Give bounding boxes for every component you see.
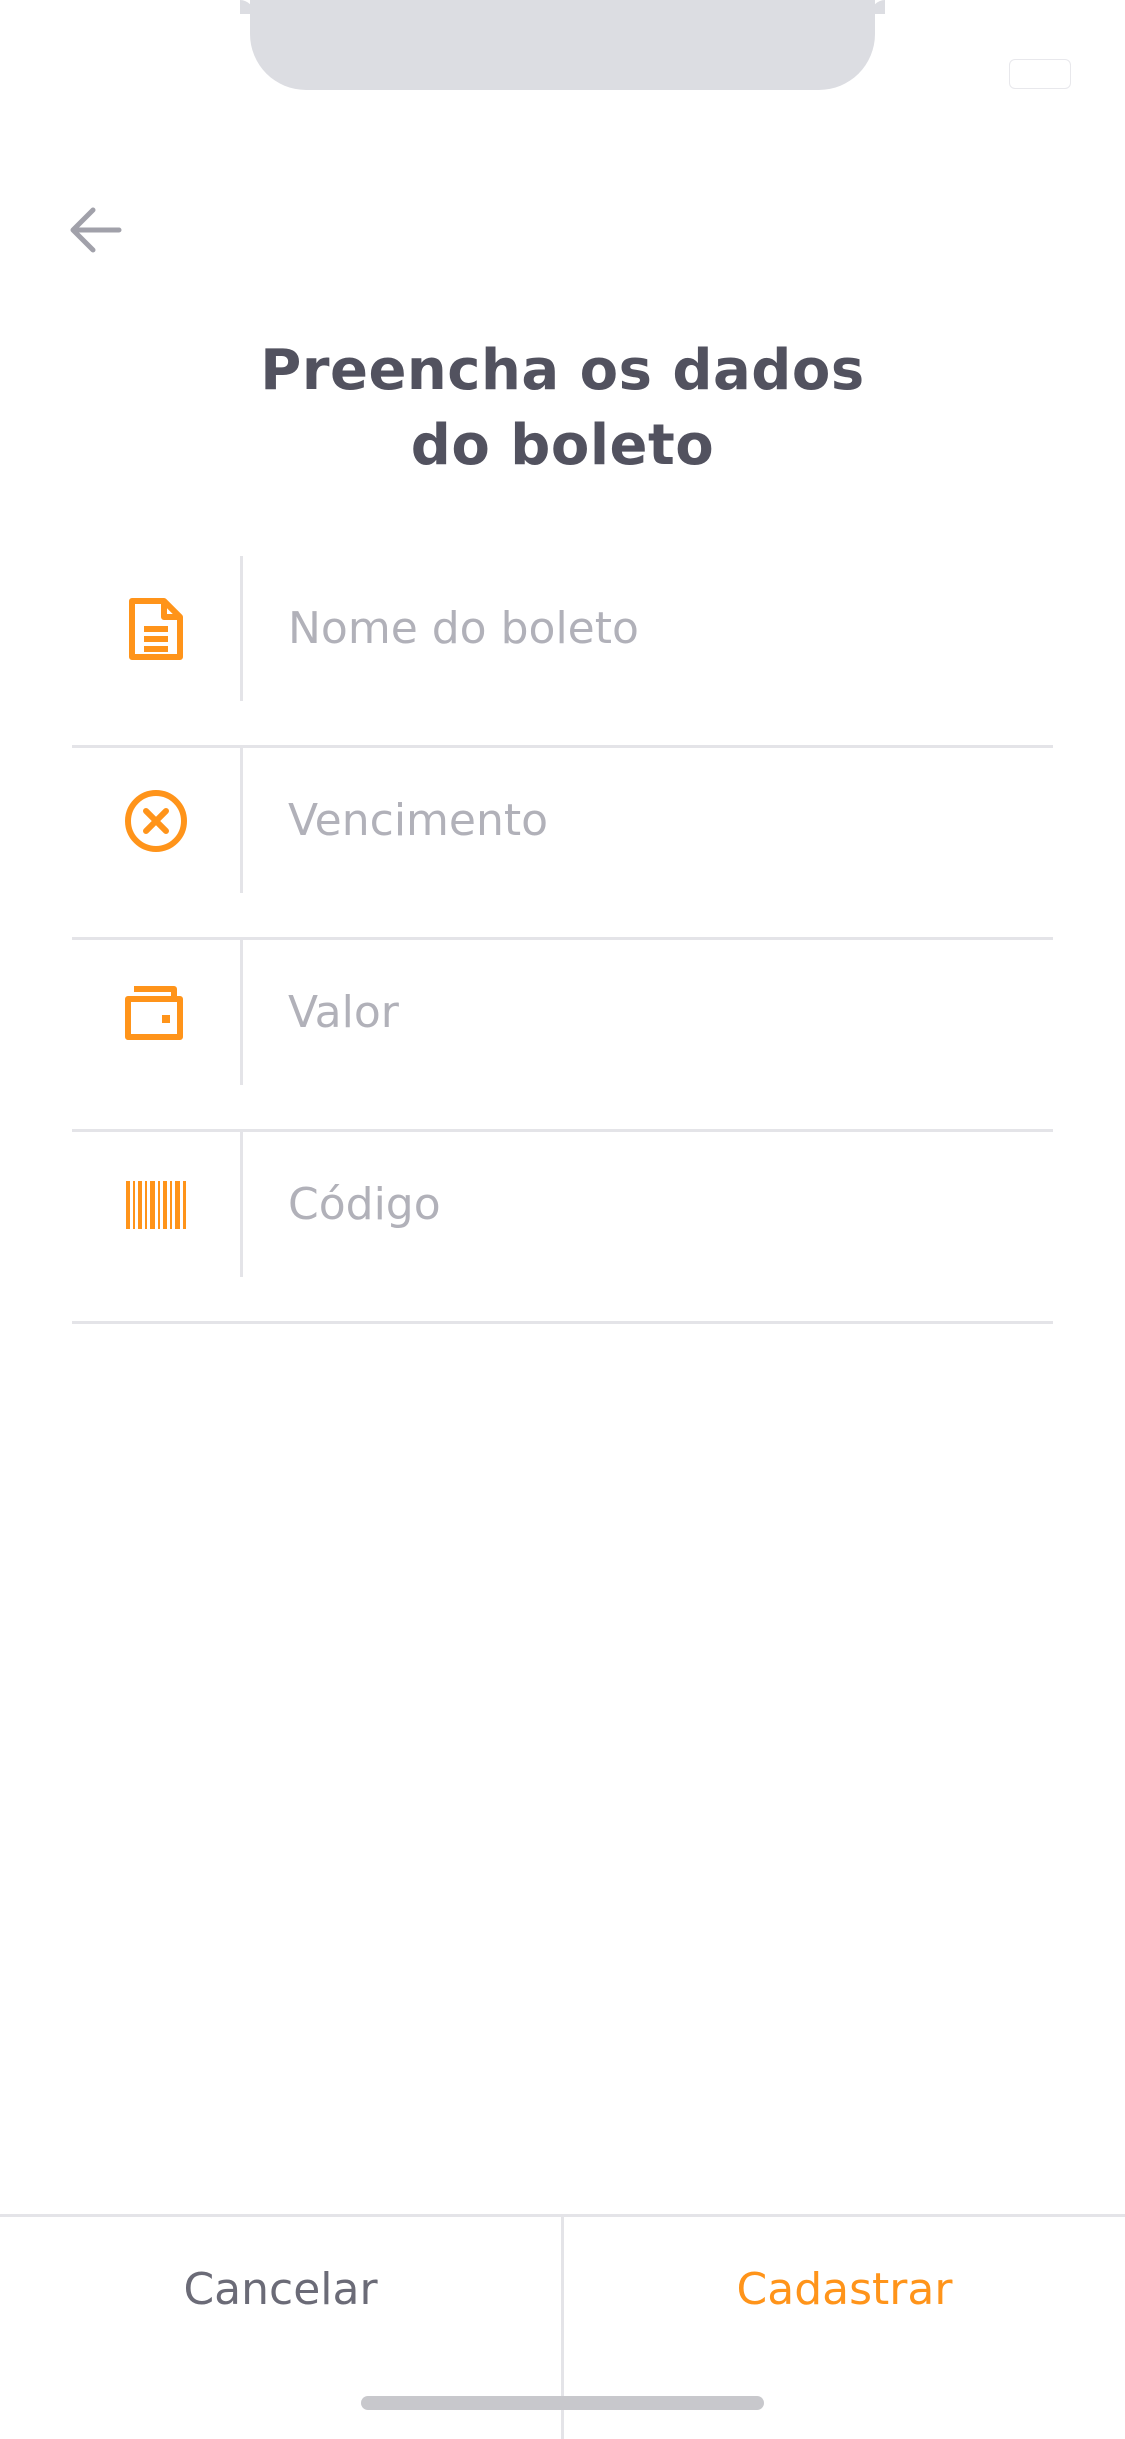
device-notch [240, 0, 885, 90]
file-text-icon [72, 556, 240, 701]
field-divider [240, 1132, 243, 1277]
home-indicator[interactable] [361, 2396, 764, 2410]
field-divider [240, 748, 243, 893]
boleto-name-input[interactable] [288, 556, 1028, 701]
code-input[interactable] [288, 1132, 1028, 1277]
amount-input[interactable] [288, 940, 1028, 1085]
register-button[interactable]: Cadastrar [564, 2217, 1125, 2362]
battery-icon [1009, 59, 1071, 89]
amount-field [72, 940, 1053, 1132]
field-divider [240, 556, 243, 701]
back-button[interactable] [60, 195, 130, 265]
x-circle-icon [72, 748, 240, 893]
page-title-line-2: do boleto [410, 413, 715, 478]
arrow-left-icon [70, 207, 122, 253]
page-title: Preencha os dados do boleto [0, 333, 1125, 483]
code-field [72, 1132, 1053, 1324]
boleto-name-field [72, 556, 1053, 748]
boleto-form [72, 556, 1053, 1324]
wallet-icon [72, 940, 240, 1085]
page-title-line-1: Preencha os dados [260, 338, 865, 403]
due-date-field [72, 748, 1053, 940]
cancel-button[interactable]: Cancelar [0, 2217, 561, 2362]
barcode-icon [72, 1132, 240, 1277]
field-divider [240, 940, 243, 1085]
due-date-input[interactable] [288, 748, 1028, 893]
